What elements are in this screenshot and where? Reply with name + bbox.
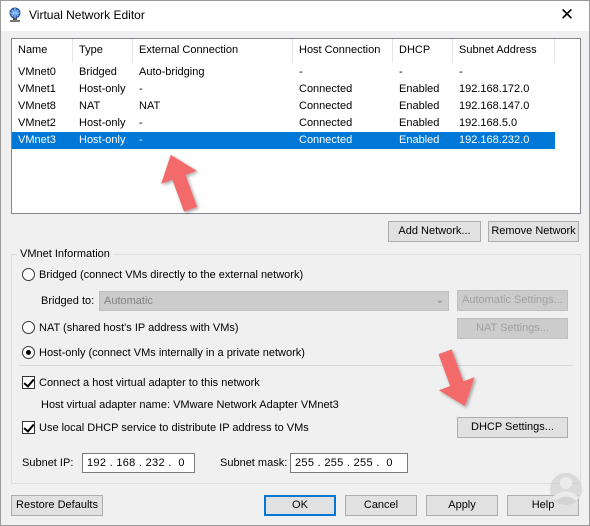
cancel-button[interactable]: Cancel: [345, 495, 417, 516]
cell-host: -: [299, 66, 303, 78]
cell-type: Host-only: [79, 134, 126, 146]
virtual-network-editor-window: Virtual Network Editor ✕ Name Type Exter…: [0, 0, 590, 526]
cell-dhcp: Enabled: [399, 100, 440, 112]
cell-name: VMnet3: [18, 134, 56, 146]
table-row-vmnet2[interactable]: VMnet2 Host-only - Connected Enabled 192…: [12, 115, 555, 132]
dhcp-settings-button[interactable]: DHCP Settings...: [457, 417, 568, 438]
bridged-label[interactable]: Bridged (connect VMs directly to the ext…: [39, 268, 303, 282]
column-header-name[interactable]: Name: [12, 39, 73, 63]
nat-label[interactable]: NAT (shared host's IP address with VMs): [39, 321, 239, 335]
annotation-arrow-up-icon: [161, 154, 198, 212]
column-header-type[interactable]: Type: [73, 39, 133, 63]
nat-settings-button[interactable]: NAT Settings...: [457, 318, 568, 339]
cell-subnet: 192.168.147.0: [459, 100, 530, 112]
cell-subnet: -: [459, 66, 463, 78]
dhcp-label[interactable]: Use local DHCP service to distribute IP …: [39, 421, 309, 435]
nat-radio[interactable]: [22, 321, 35, 334]
vmnet-information-title: VMnet Information: [17, 248, 113, 260]
subnet-ip-label: Subnet IP:: [22, 457, 74, 469]
bridged-to-value: Automatic: [104, 295, 153, 307]
cell-dhcp: Enabled: [399, 83, 440, 95]
dhcp-checkbox[interactable]: [22, 421, 35, 434]
automatic-settings-button[interactable]: Automatic Settings...: [457, 290, 568, 311]
cell-type: Bridged: [79, 66, 117, 78]
cell-type: Host-only: [79, 117, 126, 129]
column-header-host-connection[interactable]: Host Connection: [293, 39, 393, 63]
ok-button[interactable]: OK: [264, 495, 336, 516]
restore-defaults-button[interactable]: Restore Defaults: [11, 495, 103, 516]
title-bar: Virtual Network Editor ✕: [1, 1, 589, 31]
connect-adapter-checkbox[interactable]: [22, 376, 35, 389]
cell-host: Connected: [299, 117, 353, 129]
chevron-down-icon: ⌄: [435, 295, 444, 306]
window-title: Virtual Network Editor: [29, 8, 145, 22]
annotation-arrow-down-icon: [438, 349, 475, 407]
cell-type: Host-only: [79, 83, 126, 95]
cell-name: VMnet8: [18, 100, 56, 112]
cell-dhcp: Enabled: [399, 117, 440, 129]
network-list[interactable]: Name Type External Connection Host Conne…: [11, 38, 581, 214]
connect-adapter-label[interactable]: Connect a host virtual adapter to this n…: [39, 376, 260, 390]
cell-name: VMnet0: [18, 66, 56, 78]
cell-name: VMnet2: [18, 117, 56, 129]
close-icon[interactable]: ✕: [545, 1, 589, 30]
adapter-name-label: Host virtual adapter name: VMware Networ…: [41, 399, 339, 411]
bridged-to-label: Bridged to:: [41, 295, 95, 307]
divider: [19, 365, 573, 366]
bridged-radio[interactable]: [22, 268, 35, 281]
table-row-vmnet1[interactable]: VMnet1 Host-only - Connected Enabled 192…: [12, 81, 555, 98]
cell-host: Connected: [299, 134, 353, 146]
apply-button[interactable]: Apply: [426, 495, 498, 516]
add-network-button[interactable]: Add Network...: [388, 221, 481, 242]
cell-external: -: [139, 134, 143, 146]
subnet-mask-label: Subnet mask:: [220, 457, 288, 469]
column-header-subnet-address[interactable]: Subnet Address: [453, 39, 555, 63]
cell-dhcp: -: [399, 66, 403, 78]
cell-host: Connected: [299, 100, 353, 112]
cell-subnet: 192.168.172.0: [459, 83, 530, 95]
host-only-label[interactable]: Host-only (connect VMs internally in a p…: [39, 346, 305, 360]
table-row-vmnet0[interactable]: VMnet0 Bridged Auto-bridging - - -: [12, 64, 555, 81]
cell-external: Auto-bridging: [139, 66, 205, 78]
table-row-vmnet8[interactable]: VMnet8 NAT NAT Connected Enabled 192.168…: [12, 98, 555, 115]
cell-type: NAT: [79, 100, 101, 112]
table-row-vmnet3-selected[interactable]: VMnet3 Host-only - Connected Enabled 192…: [12, 132, 555, 149]
cell-subnet: 192.168.5.0: [459, 117, 518, 129]
cell-external: -: [139, 117, 143, 129]
watermark-logo-icon: [550, 473, 582, 505]
subnet-ip-input[interactable]: 192 . 168 . 232 . 0: [82, 453, 195, 473]
cell-dhcp: Enabled: [399, 134, 440, 146]
cell-host: Connected: [299, 83, 353, 95]
cell-subnet: 192.168.232.0: [459, 134, 530, 146]
subnet-mask-input[interactable]: 255 . 255 . 255 . 0: [290, 453, 408, 473]
host-only-radio[interactable]: [22, 346, 35, 359]
remove-network-button[interactable]: Remove Network: [488, 221, 579, 242]
vmnet-information-group: [11, 254, 581, 484]
cell-external: NAT: [139, 100, 161, 112]
column-header-external-connection[interactable]: External Connection: [133, 39, 293, 63]
network-globe-icon: [9, 7, 21, 22]
column-header-dhcp[interactable]: DHCP: [393, 39, 453, 63]
cell-name: VMnet1: [18, 83, 56, 95]
cell-external: -: [139, 83, 143, 95]
bridged-to-select[interactable]: Automatic ⌄: [99, 291, 449, 311]
